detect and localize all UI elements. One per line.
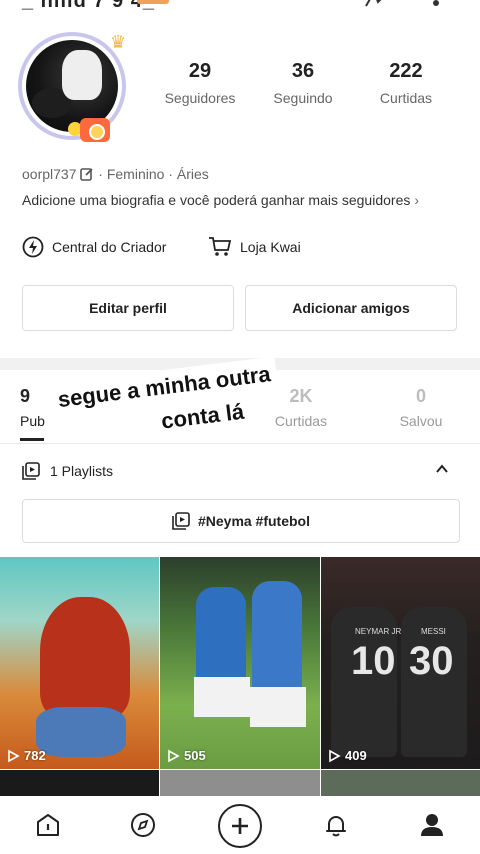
jersey-name: NEYMAR JR — [355, 627, 402, 636]
likes-count: 222 — [389, 60, 423, 82]
creator-center-label: Central do Criador — [52, 239, 167, 255]
followers-count: 29 — [188, 60, 212, 82]
playlists-header[interactable]: 1 Playlists — [22, 458, 460, 484]
more-icon[interactable] — [433, 0, 439, 6]
home-tab[interactable] — [33, 810, 63, 840]
view-count-value: 409 — [345, 748, 367, 763]
gender: Feminino — [106, 166, 165, 182]
chevron-up-icon[interactable] — [434, 461, 450, 477]
crown-icon: ♛ — [110, 32, 127, 52]
share-icon[interactable] — [364, 0, 388, 8]
bottom-navigation — [0, 796, 480, 854]
playlist-title: #Neyma #futebol — [197, 513, 311, 529]
play-icon — [8, 749, 20, 762]
compass-icon — [131, 813, 155, 837]
view-count-value: 505 — [184, 748, 206, 763]
playlists-count-label: 1 Playlists — [50, 463, 114, 479]
edit-profile-button[interactable]: Editar perfil — [22, 285, 234, 331]
profile-meta: oorpl737 · Feminino · Áries — [22, 166, 209, 182]
sticker-decoration — [137, 0, 169, 4]
cart-icon — [209, 237, 232, 256]
view-count-value: 782 — [24, 748, 46, 763]
profile-tab[interactable] — [417, 810, 447, 840]
avatar[interactable]: ♛ — [18, 32, 128, 142]
active-tab-indicator — [20, 438, 44, 441]
camera-decoration-icon — [80, 118, 110, 142]
notifications-tab[interactable] — [321, 810, 351, 840]
following-count: 36 — [291, 60, 315, 82]
creator-center-link[interactable]: Central do Criador — [22, 236, 166, 258]
tab-saved[interactable]: 0 Salvou — [392, 386, 450, 429]
play-icon — [329, 749, 341, 762]
handle: oorpl737 — [22, 166, 77, 182]
likes-label: Curtidas — [379, 90, 433, 106]
zodiac-sign: Áries — [176, 166, 209, 182]
followers-stat[interactable]: 29 Seguidores — [160, 60, 240, 106]
discover-tab[interactable] — [128, 810, 158, 840]
view-count: 409 — [327, 748, 367, 763]
jersey-number: 30 — [409, 639, 454, 683]
saved-label: Salvou — [399, 413, 443, 429]
video-thumbnail[interactable]: NEYMAR JR MESSI 10 30 409 — [321, 557, 480, 769]
bio-prompt[interactable]: Adicione uma biografia e você poderá gan… — [22, 192, 419, 208]
followers-label: Seguidores — [164, 90, 236, 106]
playlist-card[interactable]: #Neyma #futebol — [22, 499, 460, 543]
video-thumbnail[interactable]: 505 — [160, 557, 320, 769]
following-stat[interactable]: 36 Seguindo — [266, 60, 340, 106]
separator: · — [168, 166, 173, 182]
lightning-icon — [22, 236, 44, 258]
video-grid: 782 505 NEYMAR JR MESSI 10 30 409 — [0, 557, 480, 769]
bio-text: Adicione uma biografia e você poderá gan… — [22, 192, 411, 208]
view-count: 782 — [6, 748, 46, 763]
playlist-icon — [22, 462, 40, 480]
top-bar: _ hilld 7 9 4_ — [0, 0, 480, 14]
plus-icon — [232, 818, 248, 834]
kwai-shop-link[interactable]: Loja Kwai — [208, 236, 301, 258]
bell-icon — [326, 816, 346, 837]
edit-icon[interactable] — [80, 167, 94, 181]
playlist-icon — [172, 512, 190, 530]
add-friends-button[interactable]: Adicionar amigos — [245, 285, 457, 331]
separator: · — [98, 166, 103, 182]
video-thumbnail[interactable]: 782 — [0, 557, 159, 769]
following-label: Seguindo — [273, 90, 333, 106]
kwai-shop-label: Loja Kwai — [240, 239, 301, 255]
username-partial: _ hilld 7 9 4_ — [22, 0, 155, 12]
likes-stat[interactable]: 222 Curtidas — [372, 60, 440, 106]
overlay-line-2: conta lá — [153, 397, 252, 435]
play-icon — [168, 749, 180, 762]
chevron-right-icon: › — [414, 192, 420, 208]
person-icon — [421, 814, 443, 836]
create-button[interactable] — [218, 804, 262, 848]
saved-count: 0 — [415, 386, 426, 406]
jersey-name: MESSI — [421, 627, 446, 636]
home-icon — [37, 814, 59, 836]
jersey-number: 10 — [351, 639, 396, 683]
view-count: 505 — [166, 748, 206, 763]
